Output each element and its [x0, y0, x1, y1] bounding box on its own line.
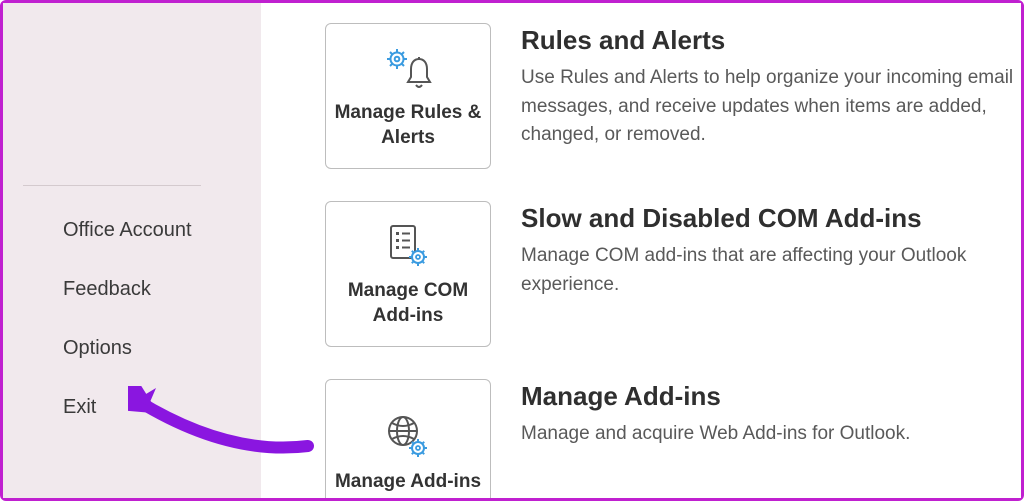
option-title: Slow and Disabled COM Add-ins	[521, 203, 1021, 234]
option-content: Manage Add-ins Manage and acquire Web Ad…	[521, 379, 910, 449]
option-row-addins: Manage Add-ins Manage Add-ins Manage and…	[261, 379, 1021, 498]
tile-manage-com-addins[interactable]: Manage COM Add-ins	[325, 201, 491, 347]
rules-alerts-icon	[379, 41, 437, 97]
option-row-com-addins: Manage COM Add-ins Slow and Disabled COM…	[261, 201, 1021, 347]
sidebar-item-options[interactable]: Options	[3, 319, 261, 378]
sidebar-item-label: Office Account	[63, 219, 192, 241]
sidebar-item-label: Exit	[63, 396, 96, 418]
sidebar-item-feedback[interactable]: Feedback	[3, 260, 261, 319]
tile-label: Manage COM Add-ins	[334, 279, 482, 328]
sidebar-item-label: Feedback	[63, 278, 151, 300]
tile-manage-addins[interactable]: Manage Add-ins	[325, 379, 491, 498]
sidebar-divider	[23, 185, 201, 186]
option-desc: Manage and acquire Web Add-ins for Outlo…	[521, 420, 910, 449]
tile-label: Manage Add-ins	[335, 470, 481, 495]
sidebar: Office Account Feedback Options Exit	[3, 3, 261, 498]
com-addins-icon	[383, 219, 433, 275]
app-frame: Office Account Feedback Options Exit	[0, 0, 1024, 501]
option-title: Rules and Alerts	[521, 25, 1021, 56]
option-content: Rules and Alerts Use Rules and Alerts to…	[521, 23, 1021, 150]
option-content: Slow and Disabled COM Add-ins Manage COM…	[521, 201, 1021, 299]
sidebar-item-label: Options	[63, 337, 132, 359]
web-addins-icon	[383, 410, 433, 466]
option-desc: Manage COM add-ins that are affecting yo…	[521, 242, 1021, 299]
sidebar-item-exit[interactable]: Exit	[3, 378, 261, 437]
tile-label: Manage Rules & Alerts	[334, 101, 482, 150]
sidebar-item-office-account[interactable]: Office Account	[3, 201, 261, 260]
tile-manage-rules[interactable]: Manage Rules & Alerts	[325, 23, 491, 169]
option-desc: Use Rules and Alerts to help organize yo…	[521, 64, 1021, 150]
main-panel: Manage Rules & Alerts Rules and Alerts U…	[261, 3, 1021, 498]
option-row-rules: Manage Rules & Alerts Rules and Alerts U…	[261, 23, 1021, 169]
option-title: Manage Add-ins	[521, 381, 910, 412]
